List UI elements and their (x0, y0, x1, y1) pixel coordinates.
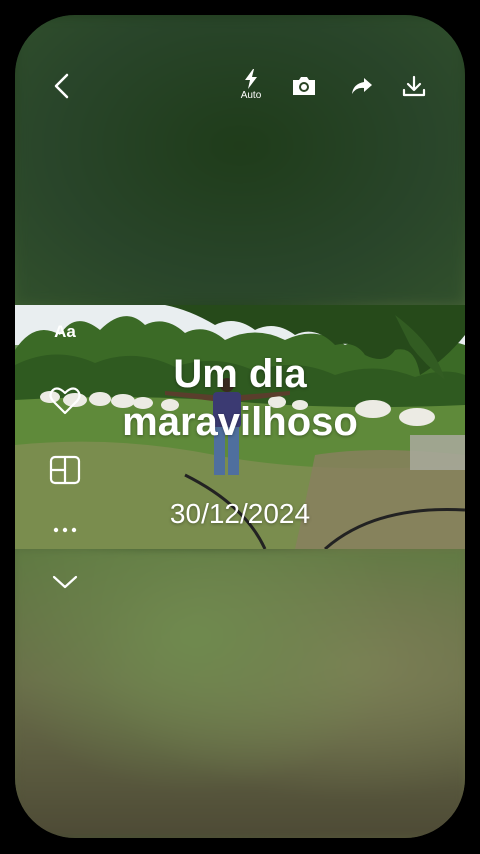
heart-icon (49, 387, 81, 415)
blurred-background-top (15, 15, 465, 305)
text-style-button[interactable]: Aa (47, 321, 83, 343)
favorite-button[interactable] (47, 385, 83, 417)
top-toolbar: Auto (15, 63, 465, 111)
editor-screen: Um dia maravilhoso 30/12/2024 Auto Aa (15, 15, 465, 838)
flash-mode-label: Auto (240, 90, 262, 101)
share-icon (352, 78, 372, 94)
back-button[interactable] (45, 69, 79, 103)
layout-button[interactable] (47, 454, 83, 486)
collapse-button[interactable] (47, 570, 83, 594)
more-options-button[interactable] (47, 520, 83, 540)
chevron-down-icon (52, 575, 78, 589)
download-button[interactable] (397, 69, 431, 103)
camera-icon (293, 77, 315, 95)
share-button[interactable] (345, 69, 379, 103)
camera-button[interactable] (287, 69, 321, 103)
download-icon (402, 75, 426, 97)
layout-icon (49, 455, 81, 485)
flash-icon (245, 69, 257, 89)
back-arrow-icon (54, 73, 69, 99)
flash-button[interactable]: Auto (231, 63, 271, 107)
more-icon (53, 527, 77, 533)
